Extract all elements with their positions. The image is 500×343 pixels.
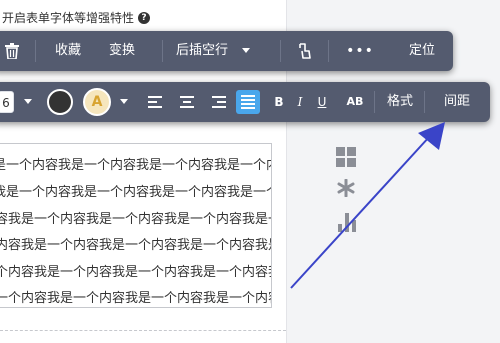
align-center-icon [180, 95, 194, 108]
font-size-input[interactable]: 6 [0, 91, 14, 113]
asterisk-icon[interactable] [337, 179, 355, 197]
content-line: 内容我是一个内容我是一个内容我是一个内容我是 [0, 238, 272, 253]
italic-button[interactable]: I [294, 82, 306, 122]
content-line: 个内容我是一个内容我是一个内容我是一个内容我 [0, 265, 272, 280]
underline-button[interactable]: U [315, 82, 329, 122]
bar-chart-icon[interactable] [337, 211, 357, 233]
font-size-dropdown[interactable] [22, 82, 34, 122]
toolbar-separator [35, 40, 36, 62]
toolbar-separator [374, 91, 375, 113]
content-line: 一个内容我是一个内容我是一个内容我是一个内容 [0, 291, 272, 306]
enhanced-font-setting[interactable]: 开启表单字体等增强特性 ? [2, 9, 151, 26]
insert-blank-line-dropdown[interactable]: 后插空行 [176, 31, 272, 71]
toolbar-separator [162, 40, 163, 62]
align-left-icon [148, 95, 162, 108]
align-center-button[interactable] [176, 82, 198, 122]
format-brush-button[interactable] [294, 31, 316, 71]
chevron-down-icon [120, 99, 128, 104]
toolbar-separator [424, 91, 425, 113]
align-left-button[interactable] [144, 82, 166, 122]
chevron-down-icon [242, 48, 251, 53]
bold-button[interactable]: B [272, 82, 286, 122]
replace-button[interactable]: 变换 [102, 31, 142, 71]
enhanced-font-setting-label: 开启表单字体等增强特性 [2, 11, 135, 25]
text-format-toolbar: 6 A B I U AB 格式 间距 [0, 82, 490, 122]
more-button[interactable]: ••• [340, 31, 380, 71]
font-color-button[interactable] [47, 89, 73, 115]
toolbar-separator [328, 40, 329, 62]
help-icon[interactable]: ? [138, 11, 151, 24]
dashed-divider [0, 330, 286, 331]
align-justify-icon [241, 95, 255, 109]
grid-icon[interactable] [336, 147, 356, 167]
background-color-button[interactable]: A [83, 88, 111, 116]
content-block[interactable]: 是一个内容我是一个内容我是一个内容我是一个内 我是一个内容我是一个内容我是一个内… [0, 143, 272, 308]
format-button[interactable]: 格式 [380, 82, 420, 122]
insert-blank-line-label: 后插空行 [176, 43, 229, 58]
trash-icon [5, 42, 19, 60]
content-line: 容我是一个内容我是一个内容我是一个内容我是一 [0, 212, 272, 227]
align-right-icon [212, 95, 226, 108]
align-justify-button[interactable] [236, 90, 260, 114]
delete-button[interactable] [2, 31, 22, 71]
align-right-button[interactable] [208, 82, 230, 122]
toolbar-separator [280, 40, 281, 62]
spacing-button[interactable]: 间距 [437, 82, 477, 122]
content-line: 是一个内容我是一个内容我是一个内容我是一个内 [0, 158, 272, 173]
letter-case-button[interactable]: AB [342, 82, 368, 122]
locate-button[interactable]: 定位 [402, 31, 442, 71]
background-color-dropdown[interactable] [118, 82, 130, 122]
collect-button[interactable]: 收藏 [48, 31, 88, 71]
content-line: 我是一个内容我是一个内容我是一个内容我是一个 [0, 185, 272, 200]
block-toolbar: 收藏 变换 后插空行 ••• 定位 [0, 31, 453, 71]
format-brush-icon [299, 42, 311, 59]
chevron-down-icon [24, 99, 32, 104]
